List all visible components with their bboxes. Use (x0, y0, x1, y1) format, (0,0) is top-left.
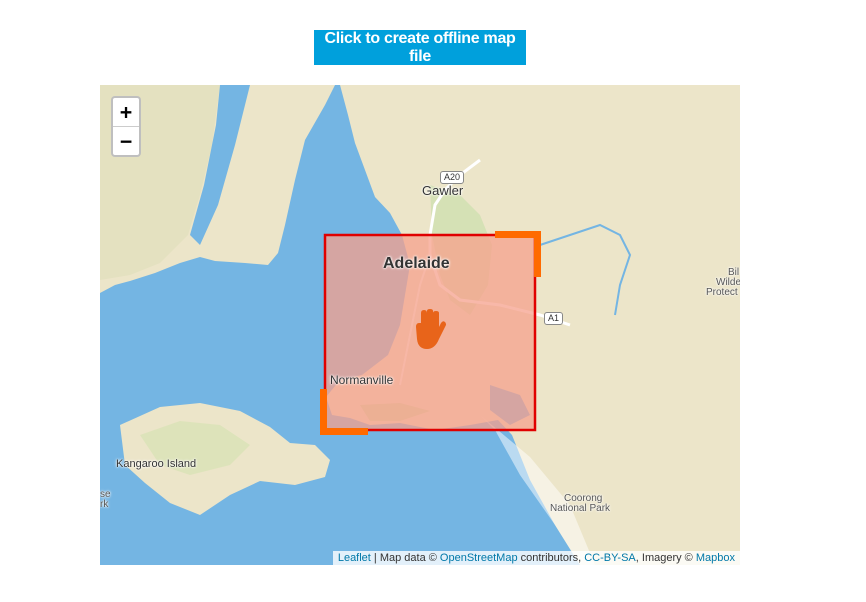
osm-link[interactable]: OpenStreetMap (440, 552, 518, 564)
create-offline-map-button[interactable]: Click to create offline map file (314, 30, 526, 65)
mapbox-link[interactable]: Mapbox (696, 552, 735, 564)
attr-text-2: contributors, (517, 552, 585, 564)
label-gawler: Gawler (422, 183, 464, 198)
attr-text-1: | Map data © (370, 552, 440, 564)
label-coorong-2: National Park (550, 503, 611, 514)
map-container[interactable]: Gawler Adelaide Normanville Kangaroo Isl… (100, 85, 740, 565)
hand-icon (416, 309, 446, 349)
label-adelaide: Adelaide (383, 255, 450, 272)
license-link[interactable]: CC-BY-SA (584, 552, 636, 564)
zoom-in-button[interactable]: + (113, 98, 139, 127)
zoom-control: + − (111, 96, 141, 157)
label-kangaroo-island: Kangaroo Island (116, 458, 197, 470)
leaflet-link[interactable]: Leaflet (338, 552, 371, 564)
attribution: Leaflet | Map data © OpenStreetMap contr… (332, 551, 740, 565)
road-shield-a20: A20 (440, 171, 465, 184)
label-protect: Protect (706, 287, 738, 298)
label-normanville: Normanville (330, 373, 394, 387)
label-rk: rk (100, 499, 109, 510)
zoom-out-button[interactable]: − (113, 127, 139, 155)
road-shield-a1: A1 (544, 312, 564, 325)
attr-text-3: , Imagery © (635, 552, 696, 564)
